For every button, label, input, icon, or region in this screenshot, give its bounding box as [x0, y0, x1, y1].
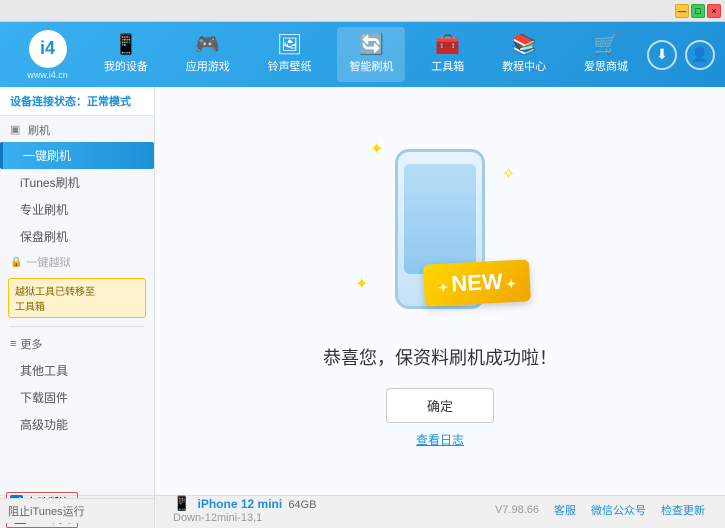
flash-section-label: 刷机 [28, 122, 50, 138]
one-key-flash-label: 一键刷机 [23, 149, 71, 163]
nav-tutorial-label: 教程中心 [502, 58, 546, 74]
save-flash-label: 保盘刷机 [20, 230, 68, 244]
close-button[interactable]: × [707, 4, 721, 18]
bottom-right: V7.98.66 客服 微信公众号 检查更新 [495, 502, 715, 518]
phone-illustration: ✦ ✧ ✦ NEW [350, 134, 530, 324]
download-firmware-label: 下载固件 [20, 391, 68, 405]
device-storage: 64GB [285, 499, 316, 511]
main-content: ✦ ✧ ✦ NEW 恭喜您，保资料刷机成功啦！ 确定 查看日志 [155, 87, 725, 495]
flash-section-header: ▣ 刷机 [0, 116, 154, 142]
new-badge: NEW [423, 259, 531, 306]
locked-label: 一键越狱 [26, 254, 70, 270]
version-text: V7.98.66 [495, 504, 539, 516]
jailbreak-notice-text: 越狱工具已转移至工具箱 [15, 287, 95, 313]
sparkle-3: ✦ [355, 274, 368, 294]
itunes-status[interactable]: 阻止iTunes运行 [0, 498, 155, 523]
nav-toolbox-label: 工具箱 [431, 58, 464, 74]
more-section-label: 更多 [20, 336, 42, 352]
sidebar-item-download-firmware[interactable]: 下载固件 [0, 384, 154, 411]
nav-apps-games[interactable]: 🎮 应用游戏 [174, 27, 242, 82]
sparkle-1: ✦ [370, 139, 383, 159]
sparkle-2: ✧ [502, 164, 515, 184]
apps-games-icon: 🎮 [195, 35, 220, 55]
device-name: iPhone 12 mini [198, 497, 283, 511]
other-tools-label: 其他工具 [20, 364, 68, 378]
nav-store-label: 爱思商城 [584, 58, 628, 74]
jailbreak-notice: 越狱工具已转移至工具箱 [8, 278, 146, 318]
maximize-button[interactable]: □ [691, 4, 705, 18]
sidebar-item-advanced[interactable]: 高级功能 [0, 411, 154, 438]
nav-items: 📱 我的设备 🎮 应用游戏 🖼 铃声壁纸 🔄 智能刷机 🧰 工具箱 📚 教程中心… [85, 22, 647, 87]
logo-subtitle: www.i4.cn [27, 70, 68, 80]
logo-char: i4 [40, 38, 55, 59]
ringtones-icon: 🖼 [277, 35, 302, 55]
itunes-status-label: 阻止iTunes运行 [8, 506, 85, 518]
advanced-label: 高级功能 [20, 418, 68, 432]
nav-store[interactable]: 🛒 爱思商城 [572, 27, 640, 82]
header-actions: ⬇ 👤 [647, 40, 715, 70]
smart-flash-icon: 🔄 [359, 35, 384, 55]
header: i4 www.i4.cn 📱 我的设备 🎮 应用游戏 🖼 铃声壁纸 🔄 智能刷机… [0, 22, 725, 87]
bottom-content: 📱 iPhone 12 mini 64GB Down-12mini-13,1 V… [155, 495, 725, 524]
sidebar-item-one-key-flash[interactable]: 一键刷机 [0, 142, 154, 169]
logo-icon: i4 [29, 30, 67, 68]
more-section-icon: ≡ [10, 338, 16, 350]
phone-screen [404, 164, 476, 274]
success-message: 恭喜您，保资料刷机成功啦！ [323, 344, 557, 370]
itunes-flash-label: iTunes刷机 [20, 176, 80, 190]
device-icon: 📱 [173, 495, 190, 511]
nav-smart-flash[interactable]: 🔄 智能刷机 [337, 27, 405, 82]
secondary-link[interactable]: 查看日志 [416, 431, 464, 448]
nav-ringtones[interactable]: 🖼 铃声壁纸 [256, 27, 324, 82]
nav-my-device-label: 我的设备 [104, 58, 148, 74]
nav-toolbox[interactable]: 🧰 工具箱 [419, 27, 476, 82]
lock-icon: 🔒 [10, 257, 22, 268]
sidebar-item-itunes-flash[interactable]: iTunes刷机 [0, 169, 154, 196]
title-bar: — □ × [0, 0, 725, 22]
pro-flash-label: 专业刷机 [20, 203, 68, 217]
sidebar-divider [10, 326, 144, 327]
sidebar-item-pro-flash[interactable]: 专业刷机 [0, 196, 154, 223]
minimize-button[interactable]: — [675, 4, 689, 18]
device-model: Down-12mini-13,1 [173, 512, 262, 524]
logo: i4 www.i4.cn [10, 30, 85, 80]
device-status: 设备连接状态：正常模式 [0, 87, 154, 116]
store-icon: 🛒 [594, 35, 619, 55]
confirm-button[interactable]: 确定 [386, 388, 494, 423]
nav-apps-games-label: 应用游戏 [186, 58, 230, 74]
status-label: 设备连接状态： [10, 96, 87, 108]
nav-smart-flash-label: 智能刷机 [349, 58, 393, 74]
sidebar-item-other-tools[interactable]: 其他工具 [0, 357, 154, 384]
main-area: 设备连接状态：正常模式 ▣ 刷机 一键刷机 iTunes刷机 专业刷机 保盘刷机… [0, 87, 725, 495]
nav-ringtones-label: 铃声壁纸 [268, 58, 312, 74]
sidebar-item-save-flash[interactable]: 保盘刷机 [0, 223, 154, 250]
nav-my-device[interactable]: 📱 我的设备 [92, 27, 160, 82]
toolbox-icon: 🧰 [435, 35, 460, 55]
locked-jailbreak: 🔒 一键越狱 [0, 250, 154, 274]
device-info: 📱 iPhone 12 mini 64GB Down-12mini-13,1 [165, 495, 324, 524]
nav-tutorial[interactable]: 📚 教程中心 [490, 27, 558, 82]
account-button[interactable]: 👤 [685, 40, 715, 70]
wechat-link[interactable]: 微信公众号 [591, 502, 646, 518]
status-value: 正常模式 [87, 96, 131, 108]
my-device-icon: 📱 [113, 35, 138, 55]
download-button[interactable]: ⬇ [647, 40, 677, 70]
flash-section-icon: ▣ [10, 123, 24, 137]
tutorial-icon: 📚 [512, 35, 537, 55]
update-link[interactable]: 检查更新 [661, 502, 705, 518]
sidebar: 设备连接状态：正常模式 ▣ 刷机 一键刷机 iTunes刷机 专业刷机 保盘刷机… [0, 87, 155, 495]
service-link[interactable]: 客服 [554, 502, 576, 518]
more-section-header: ≡ 更多 [0, 331, 154, 357]
